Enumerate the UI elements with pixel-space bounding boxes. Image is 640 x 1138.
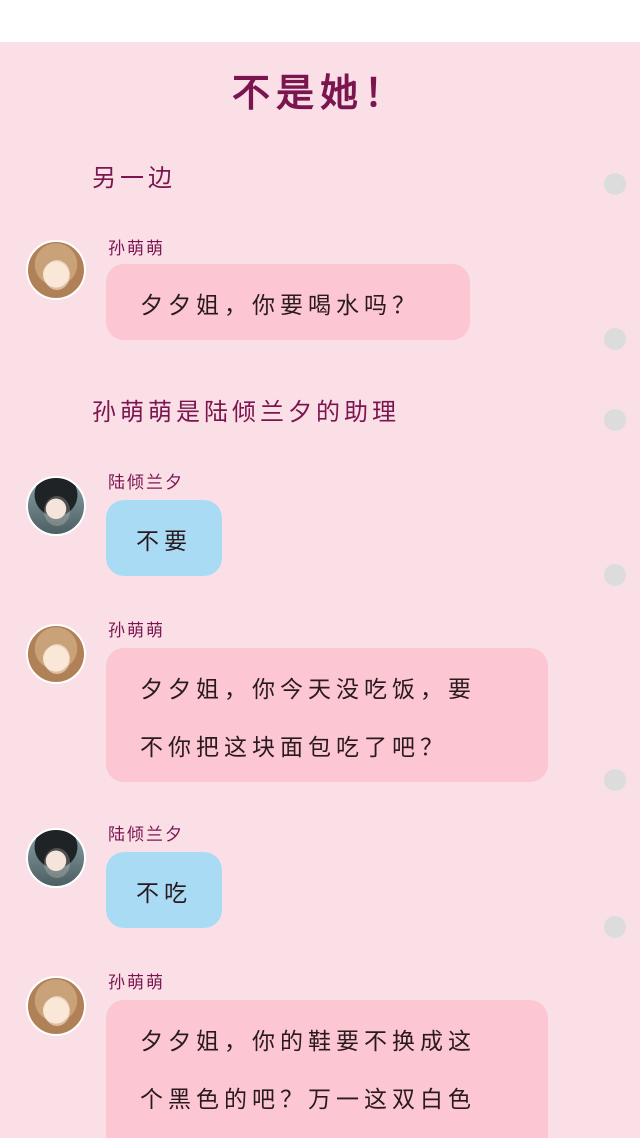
scroll-dot[interactable] [604,916,626,938]
avatar-lu-qinglanxi[interactable] [26,476,86,536]
message-line: 个黑色的吧？万一这双白色 [140,1087,476,1113]
message-line: 夕夕姐，你的鞋要不换成这 [140,1029,476,1055]
speaker-name: 陆倾兰夕 [108,473,184,493]
message-line: 夕夕姐，你要喝水吗？ [140,293,420,319]
narration-text: 另一边 [92,164,176,192]
speaker-name: 孙萌萌 [108,239,165,259]
page-title: 不是她！ [231,71,408,115]
avatar-sun-mengmeng[interactable] [26,976,86,1036]
message-bubble[interactable]: 不要 [106,500,222,576]
speaker-name: 陆倾兰夕 [108,825,184,845]
page-background [0,42,640,1138]
message-bubble[interactable]: 夕夕姐，你今天没吃饭，要 不你把这块面包吃了吧？ [106,648,548,782]
message-line: 不要 [136,529,192,555]
message-bubble[interactable]: 夕夕姐，你的鞋要不换成这 个黑色的吧？万一这双白色 [106,1000,548,1138]
speaker-name: 孙萌萌 [108,621,165,641]
avatar-sun-mengmeng[interactable] [26,624,86,684]
message-bubble[interactable]: 夕夕姐，你要喝水吗？ [106,264,470,340]
scroll-dot[interactable] [604,328,626,350]
message-line: 夕夕姐，你今天没吃饭，要 [140,677,476,703]
scroll-dot[interactable] [604,173,626,195]
narration-text: 孙萌萌是陆倾兰夕的助理 [92,398,400,426]
scroll-dot[interactable] [604,769,626,791]
speaker-name: 孙萌萌 [108,973,165,993]
message-line: 不你把这块面包吃了吧？ [140,735,448,761]
avatar-lu-qinglanxi[interactable] [26,828,86,888]
scroll-dot[interactable] [604,409,626,431]
avatar-sun-mengmeng[interactable] [26,240,86,300]
scroll-dot[interactable] [604,564,626,586]
message-bubble[interactable]: 不吃 [106,852,222,928]
message-line: 不吃 [136,881,192,907]
